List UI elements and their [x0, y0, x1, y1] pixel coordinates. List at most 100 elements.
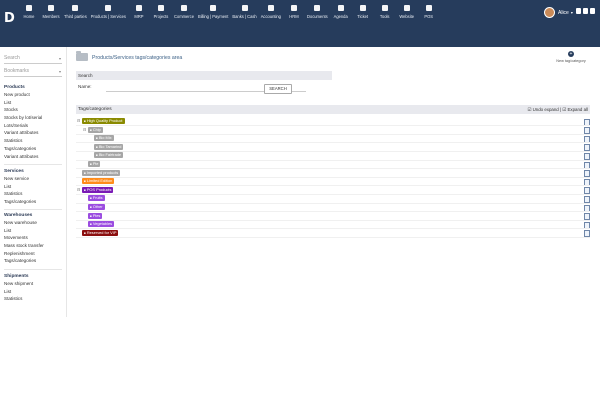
sidebar-link[interactable]: Tags/categories: [4, 145, 42, 153]
sidebar-heading-warehouses[interactable]: Warehouses: [4, 212, 44, 219]
sidebar-link[interactable]: Tags/categories: [4, 257, 44, 265]
category-tag[interactable]: Fruits: [88, 195, 105, 202]
search-button[interactable]: SEARCH: [264, 84, 292, 94]
sidebar-heading-products[interactable]: Products: [4, 84, 42, 91]
sidebar-link[interactable]: New warehouse: [4, 219, 44, 227]
menu-item[interactable]: Tools: [374, 5, 396, 19]
menu-item[interactable]: Ticket: [352, 5, 374, 19]
category-tag[interactable]: Reserved for VIP: [82, 229, 119, 236]
user-menu[interactable]: Alice ▾: [544, 7, 573, 18]
agenda-icon: [337, 5, 344, 11]
category-tag[interactable]: Pies: [88, 212, 103, 219]
tree-item[interactable]: Limited Edition: [82, 178, 115, 185]
bookmarks-select[interactable]: Bookmarks ▾: [4, 67, 62, 77]
avatar[interactable]: [544, 7, 555, 18]
menu-item[interactable]: Accounting: [259, 5, 283, 19]
menu-item[interactable]: Documents: [305, 5, 330, 19]
menu-item[interactable]: Agenda: [330, 5, 352, 19]
chevron-down-icon[interactable]: ▾: [571, 10, 573, 15]
sidebar-link[interactable]: Replenishment: [4, 250, 44, 258]
tree-item[interactable]: Bio Fairtrade: [94, 152, 124, 159]
menu-item-label: Commerce: [173, 14, 194, 19]
bookmark-icon[interactable]: [576, 8, 581, 14]
sidebar-heading-shipments[interactable]: Shipments: [4, 273, 33, 280]
menu-item[interactable]: Commerce: [172, 5, 196, 19]
sidebar-link[interactable]: New product: [4, 91, 42, 99]
sidebar-link[interactable]: List: [4, 99, 42, 107]
category-tag[interactable]: POS Products: [82, 186, 114, 193]
tree-item[interactable]: Bio Mix: [94, 135, 114, 142]
tree-item[interactable]: Pies: [88, 212, 103, 219]
menu-item[interactable]: Banks | Cash: [230, 5, 258, 19]
tree-item[interactable]: ⊟High Quality Product: [77, 118, 125, 124]
sidebar-link[interactable]: Movements: [4, 234, 44, 242]
tree-item[interactable]: Other: [88, 204, 105, 210]
expand-all-link[interactable]: Expand all: [567, 107, 588, 112]
sidebar-link[interactable]: Variant attributes: [4, 129, 42, 137]
pos-icon: [425, 5, 432, 11]
menu-item[interactable]: Website: [396, 5, 418, 19]
tree-item[interactable]: ⊟Chip: [83, 126, 103, 133]
sidebar-link[interactable]: New shipment: [4, 280, 33, 288]
sidebar-link[interactable]: List: [4, 227, 44, 235]
sidebar-section-shipments: Shipments New shipment List Statistics: [4, 273, 33, 303]
sidebar-link[interactable]: Statistics: [4, 137, 42, 145]
category-tag[interactable]: Vegetables: [88, 221, 115, 228]
menu-item[interactable]: Products | Services: [89, 5, 128, 19]
menu-item-label: POS: [424, 14, 434, 19]
sidebar-link[interactable]: Stocks: [4, 106, 42, 114]
search-input[interactable]: Search ▾: [4, 54, 62, 64]
tree-item[interactable]: Vegetables: [88, 221, 115, 228]
category-tag[interactable]: Bio Fairtrade: [94, 152, 124, 159]
category-tag[interactable]: Imported products: [82, 169, 121, 176]
category-tag[interactable]: High Quality Product: [82, 118, 125, 124]
menu-item-label: Billing | Payment: [198, 14, 229, 19]
menu-item[interactable]: POS: [418, 5, 440, 19]
category-tag[interactable]: Bio Mix: [94, 135, 114, 142]
menu-item[interactable]: HRM: [283, 5, 305, 19]
tree-item[interactable]: Imported products: [82, 169, 121, 176]
tree-item[interactable]: Fruits: [88, 195, 105, 202]
app-logo[interactable]: D: [4, 11, 18, 26]
sidebar-link[interactable]: List: [4, 183, 36, 191]
tree-item[interactable]: Pie: [88, 161, 101, 167]
mrp-icon: [135, 5, 142, 11]
print-icon[interactable]: [583, 8, 588, 14]
category-tag[interactable]: Chip: [88, 126, 103, 133]
category-tag[interactable]: Limited Edition: [82, 178, 115, 185]
menu-item[interactable]: Members: [40, 5, 62, 19]
collapse-icon[interactable]: ⊟: [77, 118, 80, 124]
collapse-icon[interactable]: ⊟: [77, 187, 80, 193]
menu-item[interactable]: Projects: [150, 5, 172, 19]
tree-item[interactable]: Reserved for VIP: [82, 229, 119, 236]
menu-item[interactable]: MRP: [128, 5, 150, 19]
user-name[interactable]: Alice: [558, 10, 569, 16]
tree-actions: ☑ Undo expand | ☑ Expand all: [527, 107, 588, 112]
tree-item[interactable]: ⊟POS Products: [77, 186, 114, 193]
new-tag-button[interactable]: + New tag/category: [556, 51, 586, 63]
undo-expand-link[interactable]: Undo expand: [533, 107, 559, 112]
category-tag[interactable]: Pie: [88, 161, 101, 167]
sidebar-link[interactable]: List: [4, 288, 33, 296]
menu-item[interactable]: Billing | Payment: [196, 5, 230, 19]
category-tag[interactable]: Other: [88, 204, 105, 210]
sidebar-link[interactable]: Stocks by lot/serial: [4, 114, 42, 122]
category-tag[interactable]: Bio Tamarind: [94, 143, 124, 150]
menu-item-label: Products | Services: [90, 14, 126, 19]
sidebar-section-products: Products New product List Stocks Stocks by l…: [4, 84, 42, 160]
sidebar-link[interactable]: Lots/Serials: [4, 122, 42, 130]
help-icon[interactable]: [590, 8, 595, 14]
sidebar-link[interactable]: New service: [4, 175, 36, 183]
collapse-icon[interactable]: ⊟: [83, 127, 86, 133]
sidebar-link[interactable]: Variant attributes: [4, 153, 42, 161]
sidebar-link[interactable]: Mass stock transfer: [4, 242, 44, 250]
commerce-icon: [180, 5, 187, 11]
sidebar-link[interactable]: Tags/categories: [4, 198, 36, 206]
menu-item[interactable]: Home: [18, 5, 40, 19]
sidebar-heading-services[interactable]: Services: [4, 168, 36, 175]
menu-item[interactable]: Third parties: [62, 5, 89, 19]
row-divider: [76, 185, 590, 187]
sidebar-link[interactable]: Statistics: [4, 295, 33, 303]
tree-item[interactable]: Bio Tamarind: [94, 143, 124, 150]
sidebar-link[interactable]: Statistics: [4, 190, 36, 198]
